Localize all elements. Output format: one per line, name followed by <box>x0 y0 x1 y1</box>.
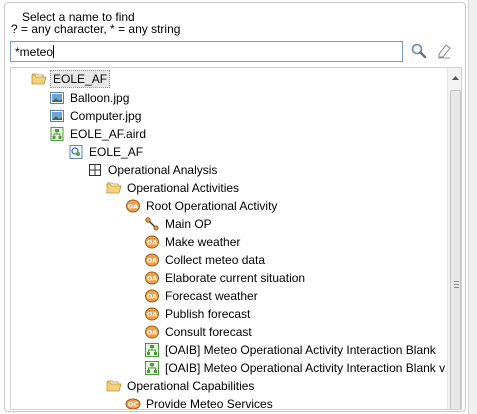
search-input[interactable]: *meteo <box>10 41 403 62</box>
tree-item[interactable]: EOLE_AF.aird <box>49 125 148 143</box>
tree-item-label: Elaborate current situation <box>165 271 306 285</box>
folder-open-icon <box>106 378 122 394</box>
window-edge <box>468 0 477 414</box>
tree-item[interactable]: OA Collect meteo data <box>144 251 267 269</box>
tree-item-label: EOLE_AF <box>89 145 144 159</box>
folder-open-icon <box>106 180 122 196</box>
oc-icon: OC <box>125 396 141 409</box>
oa-icon: OA <box>144 288 160 304</box>
process-icon <box>144 216 160 232</box>
image-file-icon <box>49 108 65 124</box>
grid-icon <box>87 162 103 178</box>
svg-text:OC: OC <box>128 401 139 409</box>
oa-icon: OA <box>144 234 160 250</box>
search-hint: ? = any character, * = any string <box>11 22 181 36</box>
tree-item[interactable]: OA Root Operational Activity <box>125 197 279 215</box>
oa-icon: OA <box>144 324 160 340</box>
tree-item[interactable]: Operational Capabilities <box>106 377 256 395</box>
aird-file-icon <box>49 126 65 142</box>
tree-item-label: Root Operational Activity <box>146 199 278 213</box>
tree-item[interactable]: [OAIB] Meteo Operational Activity Intera… <box>144 341 438 359</box>
folder-open-icon <box>31 71 47 87</box>
results-tree[interactable]: EOLE_AF Balloon.jpg Computer.jpg EOLE_AF.ai… <box>10 67 462 410</box>
tree-item-label: Balloon.jpg <box>70 91 130 105</box>
image-file-icon <box>49 90 65 106</box>
tree-item-label: EOLE_AF.aird <box>70 127 147 141</box>
tree-item[interactable]: OA Forecast weather <box>144 287 260 305</box>
svg-text:OA: OA <box>147 239 157 247</box>
oa-icon: OA <box>144 306 160 322</box>
tree-item-label: Computer.jpg <box>70 109 142 123</box>
tree-item-label: [OAIB] Meteo Operational Activity Intera… <box>165 361 446 375</box>
svg-text:OA: OA <box>128 203 138 211</box>
svg-text:OA: OA <box>147 275 157 283</box>
oa-icon: OA <box>144 252 160 268</box>
tree-item-label: Publish forecast <box>165 307 251 321</box>
tree-item-label: Forecast weather <box>165 289 258 303</box>
svg-text:OA: OA <box>147 329 157 337</box>
model-icon <box>68 144 84 160</box>
tree-item[interactable]: Balloon.jpg <box>49 89 131 107</box>
vertical-scrollbar[interactable] <box>447 68 461 409</box>
svg-text:OA: OA <box>147 293 157 301</box>
tree-item-label: [OAIB] Meteo Operational Activity Intera… <box>165 343 436 357</box>
tree-item[interactable]: Operational Analysis <box>87 161 219 179</box>
tree-item-label: Collect meteo data <box>165 253 266 267</box>
tree-item[interactable]: Computer.jpg <box>49 107 143 125</box>
tree-item-label: Consult forecast <box>165 325 252 339</box>
magnifier-icon[interactable] <box>410 42 428 60</box>
tree-item[interactable]: OA Publish forecast <box>144 305 252 323</box>
tree-item-label: Main OP <box>165 217 212 231</box>
tree-item-label: Operational Analysis <box>108 163 218 177</box>
tree-item[interactable]: OA Make weather <box>144 233 242 251</box>
tree-item-label: Provide Meteo Services <box>146 397 273 410</box>
scrollbar-thumb[interactable] <box>450 90 461 409</box>
diagram-icon <box>144 342 160 358</box>
svg-text:OA: OA <box>147 311 157 319</box>
tree-item-label: Operational Activities <box>127 181 240 195</box>
tree-item-label: Operational Capabilities <box>127 379 255 393</box>
tree-item-label: EOLE_AF <box>50 70 111 88</box>
tree-item[interactable]: OA Elaborate current situation <box>144 269 307 287</box>
tree-item[interactable]: Operational Activities <box>106 179 241 197</box>
tree-item[interactable]: [OAIB] Meteo Operational Activity Intera… <box>144 359 447 377</box>
eraser-icon[interactable] <box>435 42 453 60</box>
tree-item[interactable]: OC Provide Meteo Services <box>125 395 275 410</box>
svg-text:OA: OA <box>147 257 157 265</box>
oa-icon: OA <box>125 198 141 214</box>
tree-item[interactable]: EOLE_AF <box>68 143 145 161</box>
search-value: *meteo <box>15 45 54 59</box>
tree-item[interactable]: Main OP <box>144 215 214 233</box>
oa-icon: OA <box>144 270 160 286</box>
diagram-icon <box>144 360 160 376</box>
tree-item[interactable]: OA Consult forecast <box>144 323 254 341</box>
tree-item-label: Make weather <box>165 235 241 249</box>
scroll-up-arrow[interactable] <box>448 71 461 86</box>
tree-item[interactable]: EOLE_AF <box>31 70 111 88</box>
